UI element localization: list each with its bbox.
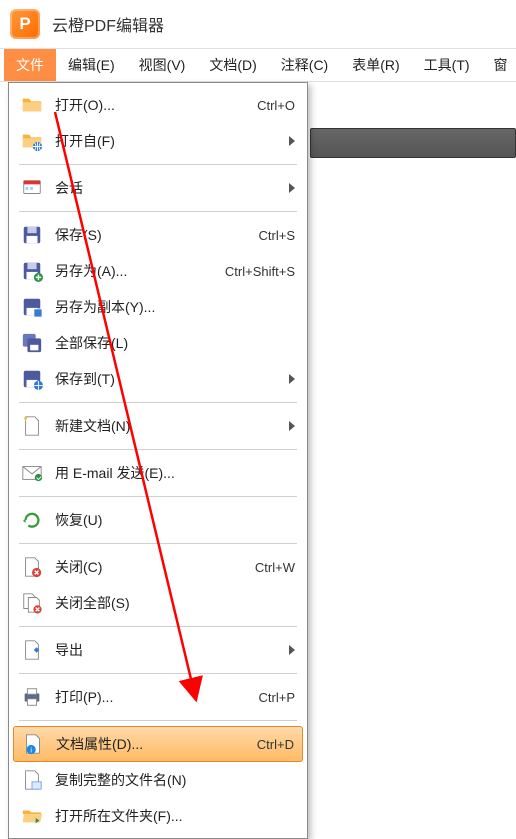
- menu-item-label: 全部保存(L): [55, 333, 295, 353]
- menu-item-save-to[interactable]: 保存到(T): [11, 361, 305, 397]
- save-copy-icon: [21, 296, 43, 318]
- file-menu-dropdown: 打开(O)... Ctrl+O 打开自(F) 会话保存(S) Ctrl+S 另存为(A).…: [8, 82, 308, 839]
- toolbar-strip: [310, 128, 516, 158]
- export-icon: [21, 639, 43, 661]
- menu-item-close-all[interactable]: 关闭全部(S): [11, 585, 305, 621]
- copy-filename-icon: [21, 769, 43, 791]
- session-icon: [21, 177, 43, 199]
- document-properties-icon: i: [22, 733, 44, 755]
- close-all-icon: [21, 592, 43, 614]
- menu-file[interactable]: 文件: [4, 49, 56, 81]
- revert-icon: [21, 509, 43, 531]
- menu-item-shortcut: Ctrl+D: [257, 737, 294, 752]
- menu-item-open-containing-folder[interactable]: 打开所在文件夹(F)...: [11, 798, 305, 834]
- menu-bar: 文件编辑(E)视图(V)文档(D)注释(C)表单(R)工具(T)窗: [0, 48, 516, 82]
- menu-item-label: 另存为副本(Y)...: [55, 297, 295, 317]
- menu-separator: [19, 673, 297, 674]
- menu-item-label: 会话: [55, 178, 283, 198]
- menu-separator: [19, 402, 297, 403]
- app-title: 云橙PDF编辑器: [52, 12, 164, 36]
- submenu-arrow-icon: [289, 136, 295, 146]
- menu-item-shortcut: Ctrl+S: [259, 228, 295, 243]
- menu-item-label: 用 E-mail 发送(E)...: [55, 463, 295, 483]
- title-bar: P 云橙PDF编辑器: [0, 0, 516, 48]
- save-icon: [21, 224, 43, 246]
- save-as-icon: [21, 260, 43, 282]
- menu-item-label: 关闭全部(S): [55, 593, 295, 613]
- send-email-icon: [21, 462, 43, 484]
- menu-item-shortcut: Ctrl+O: [257, 98, 295, 113]
- save-to-icon: [21, 368, 43, 390]
- menu-item-label: 打开自(F): [55, 131, 283, 151]
- menu-edit[interactable]: 编辑(E): [56, 49, 127, 81]
- menu-item-export[interactable]: 导出: [11, 632, 305, 668]
- menu-item-label: 保存到(T): [55, 369, 283, 389]
- menu-item-send-email[interactable]: 用 E-mail 发送(E)...: [11, 455, 305, 491]
- menu-item-session[interactable]: 会话: [11, 170, 305, 206]
- menu-separator: [19, 543, 297, 544]
- menu-item-revert[interactable]: 恢复(U): [11, 502, 305, 538]
- open-icon: [21, 94, 43, 116]
- menu-item-label: 复制完整的文件名(N): [55, 770, 295, 790]
- menu-item-shortcut: Ctrl+W: [255, 560, 295, 575]
- save-all-icon: [21, 332, 43, 354]
- menu-item-open[interactable]: 打开(O)... Ctrl+O: [11, 87, 305, 123]
- app-logo-letter: P: [19, 14, 30, 34]
- menu-window[interactable]: 窗: [482, 49, 516, 81]
- menu-item-print[interactable]: 打印(P)... Ctrl+P: [11, 679, 305, 715]
- menu-separator: [19, 164, 297, 165]
- menu-item-shortcut: Ctrl+Shift+S: [225, 264, 295, 279]
- submenu-arrow-icon: [289, 183, 295, 193]
- menu-separator: [19, 496, 297, 497]
- menu-item-label: 关闭(C): [55, 557, 247, 577]
- menu-item-label: 另存为(A)...: [55, 261, 217, 281]
- menu-separator: [19, 449, 297, 450]
- menu-item-open-from[interactable]: 打开自(F): [11, 123, 305, 159]
- open-containing-folder-icon: [21, 805, 43, 827]
- menu-item-label: 打开(O)...: [55, 95, 249, 115]
- close-icon: [21, 556, 43, 578]
- menu-item-new-document[interactable]: 新建文档(N): [11, 408, 305, 444]
- menu-form[interactable]: 表单(R): [340, 49, 411, 81]
- menu-comment[interactable]: 注释(C): [269, 49, 340, 81]
- app-logo-icon: P: [10, 9, 40, 39]
- menu-separator: [19, 626, 297, 627]
- menu-item-save-copy[interactable]: 另存为副本(Y)...: [11, 289, 305, 325]
- menu-item-save[interactable]: 保存(S) Ctrl+S: [11, 217, 305, 253]
- menu-item-label: 新建文档(N): [55, 416, 283, 436]
- menu-document[interactable]: 文档(D): [197, 49, 268, 81]
- menu-item-copy-filename[interactable]: 复制完整的文件名(N): [11, 762, 305, 798]
- menu-item-label: 打印(P)...: [55, 687, 251, 707]
- menu-item-label: 打开所在文件夹(F)...: [55, 806, 295, 826]
- menu-view[interactable]: 视图(V): [127, 49, 198, 81]
- open-from-icon: [21, 130, 43, 152]
- menu-tool[interactable]: 工具(T): [412, 49, 482, 81]
- menu-separator: [19, 720, 297, 721]
- menu-item-label: 保存(S): [55, 225, 251, 245]
- menu-separator: [19, 211, 297, 212]
- menu-item-label: 文档属性(D)...: [56, 734, 249, 754]
- new-document-icon: [21, 415, 43, 437]
- submenu-arrow-icon: [289, 421, 295, 431]
- menu-item-shortcut: Ctrl+P: [259, 690, 295, 705]
- menu-item-label: 导出: [55, 640, 283, 660]
- menu-item-close[interactable]: 关闭(C) Ctrl+W: [11, 549, 305, 585]
- print-icon: [21, 686, 43, 708]
- menu-item-label: 恢复(U): [55, 510, 295, 530]
- menu-item-save-as[interactable]: 另存为(A)... Ctrl+Shift+S: [11, 253, 305, 289]
- submenu-arrow-icon: [289, 374, 295, 384]
- menu-item-save-all[interactable]: 全部保存(L): [11, 325, 305, 361]
- menu-item-document-properties[interactable]: i 文档属性(D)... Ctrl+D: [13, 726, 303, 762]
- submenu-arrow-icon: [289, 645, 295, 655]
